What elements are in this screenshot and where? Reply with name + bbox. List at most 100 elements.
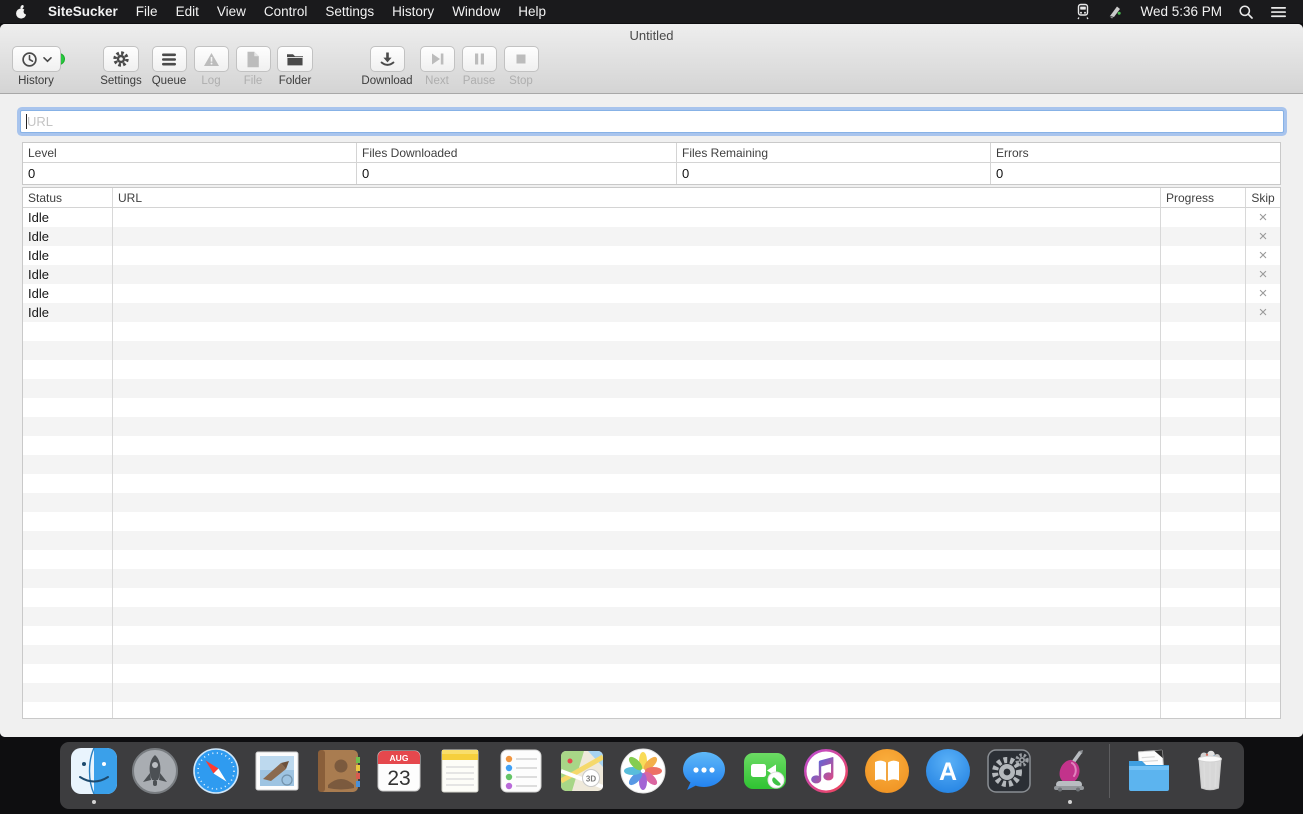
dock-icon-itunes[interactable] <box>802 747 850 795</box>
skip-button[interactable]: × <box>1246 208 1280 227</box>
dock-icon-system-preferences[interactable] <box>985 747 1033 795</box>
stats-header-errors: Errors <box>991 143 1280 162</box>
queue-table-header: Status URL Progress Skip <box>23 188 1280 208</box>
row-status: Idle <box>23 284 113 303</box>
desktop: SiteSucker File Edit View Control Settin… <box>0 0 1303 814</box>
dock-icon-notes[interactable] <box>436 747 484 795</box>
row-progress <box>1161 246 1246 265</box>
row-progress <box>1161 208 1246 227</box>
history-button-label: History <box>18 75 54 87</box>
dock-icon-safari[interactable] <box>192 747 240 795</box>
running-indicator <box>1068 800 1072 804</box>
history-button[interactable] <box>12 46 61 72</box>
skip-button[interactable]: × <box>1246 265 1280 284</box>
sitesucker-menu-icon[interactable] <box>1099 3 1132 20</box>
dock-icon-trash[interactable] <box>1186 747 1234 795</box>
menu-view[interactable]: View <box>208 0 255 23</box>
sitesucker-window: Untitled History Settings <box>0 24 1303 737</box>
dock-divider <box>1109 744 1110 798</box>
skip-x-icon[interactable]: × <box>1259 305 1268 320</box>
folder-icon[interactable] <box>277 46 313 72</box>
menu-edit[interactable]: Edit <box>167 0 208 23</box>
toolbar-group-folder: Folder <box>245 46 345 87</box>
stop-button-label: Stop <box>509 75 533 87</box>
column-header-status[interactable]: Status <box>23 188 113 207</box>
dock-icon-photos[interactable] <box>619 747 667 795</box>
stop-icon <box>504 46 539 72</box>
stats-value-row: 0 0 0 0 <box>23 163 1280 184</box>
skip-x-icon[interactable]: × <box>1259 248 1268 263</box>
title-bar: Untitled History Settings <box>0 24 1303 94</box>
dock: AUG23 3D A <box>60 742 1244 809</box>
skip-button[interactable]: × <box>1246 303 1280 322</box>
folder-button-label: Folder <box>279 75 312 87</box>
window-content: Level Files Downloaded Files Remaining E… <box>0 94 1303 737</box>
menu-clock[interactable]: Wed 5:36 PM <box>1132 4 1230 19</box>
column-header-progress[interactable]: Progress <box>1161 188 1246 207</box>
row-url <box>113 265 1161 284</box>
row-status: Idle <box>23 246 113 265</box>
menu-window[interactable]: Window <box>443 0 509 23</box>
skip-button[interactable]: × <box>1246 246 1280 265</box>
row-status: Idle <box>23 208 113 227</box>
queue-row[interactable]: Idle × <box>23 246 1280 265</box>
dock-icon-mail[interactable] <box>253 747 301 795</box>
menu-help[interactable]: Help <box>509 0 555 23</box>
dock-icon-messages[interactable] <box>680 747 728 795</box>
queue-row[interactable]: Idle × <box>23 227 1280 246</box>
dock-icon-ibooks[interactable] <box>863 747 911 795</box>
skip-x-icon[interactable]: × <box>1259 267 1268 282</box>
skip-x-icon[interactable]: × <box>1259 286 1268 301</box>
dock-icon-facetime[interactable] <box>741 747 789 795</box>
row-url <box>113 303 1161 322</box>
queue-row[interactable]: Idle × <box>23 284 1280 303</box>
menu-settings[interactable]: Settings <box>316 0 383 23</box>
dock-icon-finder[interactable] <box>70 747 118 795</box>
url-field-wrap <box>20 110 1284 133</box>
row-progress <box>1161 303 1246 322</box>
skip-button[interactable]: × <box>1246 284 1280 303</box>
row-progress <box>1161 284 1246 303</box>
dock-icon-calendar[interactable]: AUG23 <box>375 747 423 795</box>
queue-table: Status URL Progress Skip Idle × Idle × <box>22 187 1281 719</box>
menu-history[interactable]: History <box>383 0 443 23</box>
dock-icon-launchpad[interactable] <box>131 747 179 795</box>
dock-icon-app-store[interactable]: A <box>924 747 972 795</box>
skip-button[interactable]: × <box>1246 227 1280 246</box>
empty-rows-area <box>23 322 1280 718</box>
skip-x-icon[interactable]: × <box>1259 210 1268 225</box>
queue-row[interactable]: Idle × <box>23 208 1280 227</box>
notification-center-icon[interactable] <box>1262 5 1295 19</box>
menu-app-name[interactable]: SiteSucker <box>39 0 127 23</box>
dock-icon-reminders[interactable] <box>497 747 545 795</box>
stats-value-files-remaining: 0 <box>677 163 991 184</box>
calendar-month: AUG <box>389 753 408 763</box>
row-url <box>113 246 1161 265</box>
queue-row[interactable]: Idle × <box>23 265 1280 284</box>
dock-icon-maps[interactable]: 3D <box>558 747 606 795</box>
row-status: Idle <box>23 265 113 284</box>
column-header-url[interactable]: URL <box>113 188 1161 207</box>
stats-table: Level Files Downloaded Files Remaining E… <box>22 142 1281 185</box>
row-url <box>113 227 1161 246</box>
menu-control[interactable]: Control <box>255 0 317 23</box>
dock-icon-downloads-folder[interactable] <box>1125 747 1173 795</box>
apple-menu-icon[interactable] <box>14 4 29 20</box>
skip-x-icon[interactable]: × <box>1259 229 1268 244</box>
spotlight-icon[interactable] <box>1230 4 1262 20</box>
history-clock-icon <box>21 51 38 68</box>
stats-value-files-downloaded: 0 <box>357 163 677 184</box>
stats-header-level: Level <box>23 143 357 162</box>
stats-header-row: Level Files Downloaded Files Remaining E… <box>23 143 1280 163</box>
dock-icon-contacts[interactable] <box>314 747 362 795</box>
maps-3d-badge: 3D <box>585 774 595 783</box>
column-header-skip[interactable]: Skip <box>1246 188 1280 207</box>
url-input[interactable] <box>20 110 1284 133</box>
dock-icon-sitesucker[interactable] <box>1046 747 1094 795</box>
menu-file[interactable]: File <box>127 0 167 23</box>
row-progress <box>1161 265 1246 284</box>
train-icon[interactable] <box>1067 3 1099 20</box>
menu-bar: SiteSucker File Edit View Control Settin… <box>0 0 1303 23</box>
row-status: Idle <box>23 303 113 322</box>
queue-row[interactable]: Idle × <box>23 303 1280 322</box>
